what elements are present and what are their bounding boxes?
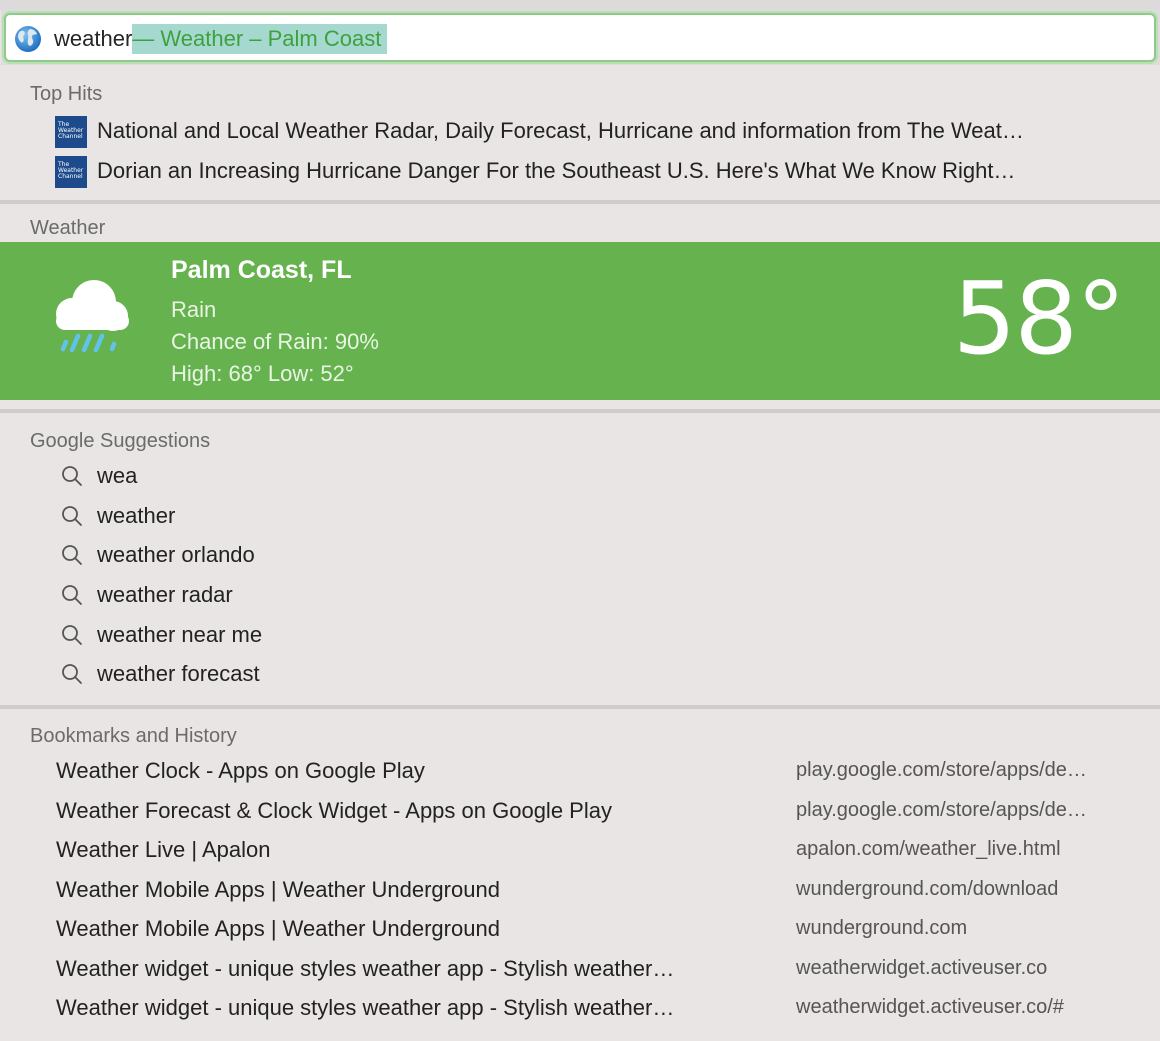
bookmark-item[interactable]: Weather Live | Apalon apalon.com/weather… <box>56 835 1146 865</box>
search-icon <box>62 466 82 486</box>
bookmark-url: play.google.com/store/apps/de… <box>796 759 1087 781</box>
search-icon <box>62 506 82 526</box>
bookmark-url: weatherwidget.activeuser.co <box>796 957 1048 979</box>
weather-city: Palm Coast, FL <box>171 256 352 284</box>
section-divider <box>0 409 1160 413</box>
bookmark-item[interactable]: Weather widget - unique styles weather a… <box>56 993 1146 1023</box>
address-bar[interactable]: weather — Weather – Palm Coast <box>4 13 1156 62</box>
bookmark-title: Weather Mobile Apps | Weather Undergroun… <box>56 877 500 902</box>
bookmark-item[interactable]: Weather Clock - Apps on Google Play play… <box>56 756 1146 786</box>
bookmark-url: apalon.com/weather_live.html <box>796 838 1061 860</box>
bookmark-url: weatherwidget.activeuser.co/# <box>796 996 1064 1018</box>
top-hits-heading: Top Hits <box>30 83 103 105</box>
bookmark-title: Weather widget - unique styles weather a… <box>56 956 675 981</box>
bookmark-title: Weather Forecast & Clock Widget - Apps o… <box>56 798 612 823</box>
bookmark-url: play.google.com/store/apps/de… <box>796 799 1087 821</box>
search-icon <box>62 585 82 605</box>
search-icon <box>62 625 82 645</box>
weather-high-low: High: 68° Low: 52° <box>171 361 354 386</box>
bookmark-title: Weather Clock - Apps on Google Play <box>56 758 425 783</box>
bookmark-title: Weather Mobile Apps | Weather Undergroun… <box>56 916 500 941</box>
bookmark-item[interactable]: Weather Mobile Apps | Weather Undergroun… <box>56 914 1146 944</box>
bookmarks-heading: Bookmarks and History <box>30 725 237 747</box>
bookmark-item[interactable]: Weather widget - unique styles weather a… <box>56 954 1146 984</box>
search-dropdown: weather — Weather – Palm Coast Top Hits … <box>0 0 1160 1041</box>
search-icon <box>62 664 82 684</box>
bookmark-item[interactable]: Weather Mobile Apps | Weather Undergroun… <box>56 875 1146 905</box>
bookmark-url: wunderground.com/download <box>796 878 1059 900</box>
address-input[interactable]: weather — Weather – Palm Coast <box>54 24 388 54</box>
suggestion-label: wea <box>97 463 138 488</box>
section-divider <box>0 705 1160 709</box>
suggestion-label: weather forecast <box>97 661 260 686</box>
weather-channel-icon: The Weather Channel <box>55 156 87 188</box>
top-hit-label: Dorian an Increasing Hurricane Danger Fo… <box>97 158 1016 183</box>
weather-card[interactable]: Palm Coast, FL Rain Chance of Rain: 90% … <box>0 242 1160 400</box>
autocomplete-suggestion: — Weather – Palm Coast <box>132 24 388 54</box>
suggestion-label: weather near me <box>97 622 263 647</box>
rain-cloud-icon <box>56 280 129 353</box>
top-hit-label: National and Local Weather Radar, Daily … <box>97 118 1024 143</box>
suggestion-label: weather <box>97 503 176 528</box>
weather-channel-icon: The Weather Channel <box>55 116 87 148</box>
search-icon <box>62 545 82 565</box>
weather-temperature: 58° <box>952 260 1126 377</box>
section-divider <box>0 200 1160 204</box>
google-suggestions-heading: Google Suggestions <box>30 430 211 452</box>
toolbar-strip <box>0 0 1160 10</box>
bookmark-title: Weather widget - unique styles weather a… <box>56 995 675 1020</box>
bookmark-item[interactable]: Weather Forecast & Clock Widget - Apps o… <box>56 796 1146 826</box>
weather-condition: Rain <box>171 297 217 322</box>
bookmark-title: Weather Live | Apalon <box>56 837 271 862</box>
suggestion-label: weather orlando <box>97 542 255 567</box>
weather-rain-chance: Chance of Rain: 90% <box>171 329 379 354</box>
suggestion-label: weather radar <box>97 582 233 607</box>
globe-icon <box>15 26 41 52</box>
weather-heading: Weather <box>30 217 106 239</box>
bookmark-url: wunderground.com <box>796 917 968 939</box>
typed-query: weather <box>54 26 133 51</box>
